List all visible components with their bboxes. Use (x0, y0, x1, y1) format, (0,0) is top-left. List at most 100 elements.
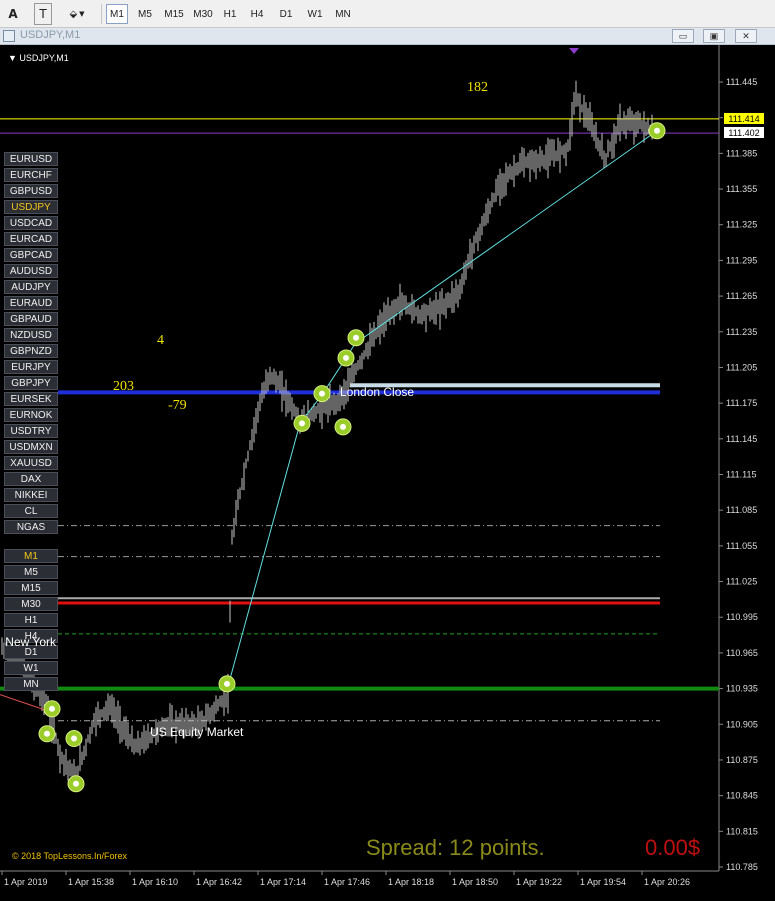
price-tick-label: 111.445 (726, 77, 757, 87)
price-tick-label: 111.115 (726, 470, 757, 480)
symbol-button-eurnok[interactable]: EURNOK (4, 408, 58, 422)
symbol-button-nzdusd[interactable]: NZDUSD (4, 328, 58, 342)
symbol-button-usdtry[interactable]: USDTRY (4, 424, 58, 438)
copyright-text: © 2018 TopLessons.In/Forex (12, 851, 128, 861)
time-tick-label: 1 Apr 15:38 (68, 877, 114, 887)
value-neg79-label: -79 (168, 398, 187, 413)
price-tick-label: 111.205 (726, 362, 757, 372)
symbol-button-audusd[interactable]: AUDUSD (4, 264, 58, 278)
symbol-button-usdcad[interactable]: USDCAD (4, 216, 58, 230)
spread-label: Spread: 12 points. (366, 835, 545, 860)
price-tick-label: 111.055 (726, 541, 757, 551)
time-tick-label: 1 Apr 19:22 (516, 877, 562, 887)
symbol-button-audjpy[interactable]: AUDJPY (4, 280, 58, 294)
ask-price-box: 111.414 (724, 113, 764, 124)
value-4-label: 4 (157, 333, 164, 348)
value-203-label: 203 (113, 379, 134, 394)
trade-marker-center (73, 780, 79, 787)
chart-tf-button-w1[interactable]: W1 (4, 661, 58, 675)
new-york-label: New York (5, 635, 56, 649)
close-button[interactable]: ✕ (735, 29, 757, 43)
symbol-button-dax[interactable]: DAX (4, 472, 58, 486)
trade-marker-center (654, 127, 660, 134)
price-chart[interactable]: 111.445111.415111.385111.355111.325111.2… (0, 45, 775, 901)
symbol-button-gbpjpy[interactable]: GBPJPY (4, 376, 58, 390)
bid-price-box: 111.402 (724, 127, 764, 138)
symbol-button-eursek[interactable]: EURSEK (4, 392, 58, 406)
chart-area[interactable]: 111.445111.415111.385111.355111.325111.2… (0, 45, 775, 901)
symbol-button-eurchf[interactable]: EURCHF (4, 168, 58, 182)
chart-tf-button-m30[interactable]: M30 (4, 597, 58, 611)
price-tick-label: 111.325 (726, 220, 757, 230)
trade-marker-center (343, 354, 349, 361)
symbol-button-gbpnzd[interactable]: GBPNZD (4, 344, 58, 358)
time-tick-label: 1 Apr 16:10 (132, 877, 178, 887)
chart-symbol-label: ▼ USDJPY,M1 (8, 53, 69, 63)
symbol-button-gbpusd[interactable]: GBPUSD (4, 184, 58, 198)
time-tick-label: 1 Apr 19:54 (580, 877, 626, 887)
toolbar-tf-mn[interactable]: MN (332, 4, 354, 24)
chart-tf-button-m1[interactable]: M1 (4, 549, 58, 563)
toolbar-tf-m5[interactable]: M5 (133, 4, 157, 24)
price-tick-label: 110.875 (726, 755, 758, 765)
us-equity-market-label: US Equity Market (150, 725, 244, 739)
toolbar-tf-w1[interactable]: W1 (304, 4, 326, 24)
trade-marker-center (224, 680, 230, 687)
symbol-button-ngas[interactable]: NGAS (4, 520, 58, 534)
toolbar-tf-m1[interactable]: M1 (106, 4, 128, 24)
symbol-button-gbpaud[interactable]: GBPAUD (4, 312, 58, 326)
toolbar-tf-h1[interactable]: H1 (220, 4, 240, 24)
profit-label: 0.00$ (645, 835, 701, 860)
chart-symbol-text: USDJPY,M1 (19, 53, 69, 63)
symbol-button-usdjpy[interactable]: USDJPY (4, 200, 58, 214)
toolbar-tf-m15[interactable]: M15 (162, 4, 186, 24)
symbol-button-gbpcad[interactable]: GBPCAD (4, 248, 58, 262)
trade-marker-center (49, 705, 55, 712)
chart-tf-button-m5[interactable]: M5 (4, 565, 58, 579)
toolbar-tf-h4[interactable]: H4 (246, 4, 268, 24)
price-tick-label: 111.025 (726, 577, 757, 587)
price-tick-label: 110.995 (726, 612, 758, 622)
symbol-button-nikkei[interactable]: NIKKEI (4, 488, 58, 502)
text-tool-button[interactable]: A (4, 3, 22, 25)
time-tick-label: 1 Apr 16:42 (196, 877, 242, 887)
trade-marker-center (340, 423, 346, 430)
trade-marker-center (44, 730, 50, 737)
chart-window-icon (3, 30, 15, 42)
london-close-label: London Close (340, 385, 415, 399)
time-tick-label: 1 Apr 2019 (4, 877, 48, 887)
price-tick-label: 111.175 (726, 398, 757, 408)
symbol-button-eurjpy[interactable]: EURJPY (4, 360, 58, 374)
chart-tf-button-mn[interactable]: MN (4, 677, 58, 691)
chart-tf-button-h1[interactable]: H1 (4, 613, 58, 627)
trade-marker-center (319, 390, 325, 397)
toolbar-tf-m30[interactable]: M30 (190, 4, 216, 24)
symbol-button-eurusd[interactable]: EURUSD (4, 152, 58, 166)
price-tick-label: 110.905 (726, 719, 758, 729)
value-182-label: 182 (467, 80, 488, 95)
price-tick-label: 111.145 (726, 434, 757, 444)
trade-marker-center (353, 334, 359, 341)
price-tick-label: 110.815 (726, 826, 758, 836)
toolbar-separator (101, 4, 102, 24)
time-tick-label: 1 Apr 18:50 (452, 877, 498, 887)
minimize-button[interactable]: ▭ (672, 29, 694, 43)
symbol-button-euraud[interactable]: EURAUD (4, 296, 58, 310)
window-title: USDJPY,M1 (20, 29, 81, 41)
chart-tf-button-m15[interactable]: M15 (4, 581, 58, 595)
text-label-tool-button[interactable]: T (34, 3, 52, 25)
symbol-button-cl[interactable]: CL (4, 504, 58, 518)
chevron-down-icon: ▼ (79, 10, 85, 18)
shapes-tool-button[interactable]: ⬙ ▼ (62, 3, 92, 25)
symbol-button-eurcad[interactable]: EURCAD (4, 232, 58, 246)
price-tick-label: 111.265 (726, 291, 757, 301)
chart-window-titlebar: USDJPY,M1 ▭ ▣ ✕ (0, 28, 775, 45)
price-tick-label: 111.295 (726, 255, 757, 265)
restore-button[interactable]: ▣ (703, 29, 725, 43)
time-tick-label: 1 Apr 17:14 (260, 877, 306, 887)
symbol-button-xauusd[interactable]: XAUUSD (4, 456, 58, 470)
price-tick-label: 111.235 (726, 327, 757, 337)
symbol-button-usdmxn[interactable]: USDMXN (4, 440, 58, 454)
price-tick-label: 110.935 (726, 684, 758, 694)
toolbar-tf-d1[interactable]: D1 (276, 4, 296, 24)
